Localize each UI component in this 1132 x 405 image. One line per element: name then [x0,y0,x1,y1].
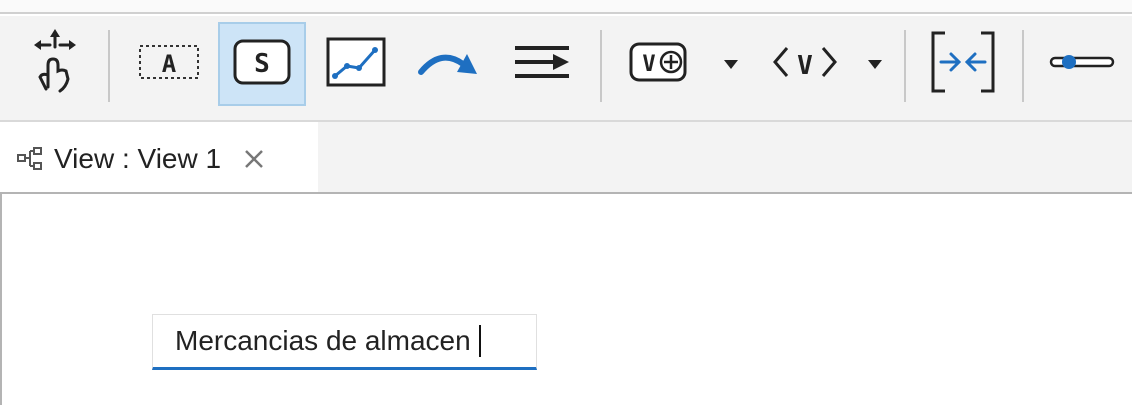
text-cursor [478,325,481,357]
close-icon[interactable] [243,148,265,170]
svg-text:V: V [642,52,655,77]
stock-button[interactable]: S [218,22,306,106]
toolbar: A S V V [0,16,1132,120]
toolbar-separator [600,30,602,102]
flow-align-icon [511,42,573,86]
flow-arrow-icon [415,42,481,86]
text-label-icon: A [137,40,201,88]
variable-reference-icon: V [769,42,841,86]
chevron-down-icon [868,55,882,74]
variable-add-dropdown[interactable] [716,22,746,106]
touch-move-icon [26,29,84,99]
editor-tab-bar: View : View 1 [0,120,1132,196]
touch-move-button[interactable] [12,22,98,106]
tab-view-1[interactable]: View : View 1 [0,122,318,196]
stock-name-input[interactable]: Mercancias de almacen [152,314,537,370]
view-diagram-icon [16,146,46,172]
merge-arrows-icon [929,29,997,99]
window-top-edge [0,0,1132,14]
toolbar-separator [1022,30,1024,102]
merge-arrows-button[interactable] [920,22,1006,106]
stock-icon: S [231,37,293,91]
slider-icon [1049,50,1115,78]
stock-name-value: Mercancias de almacen [175,325,471,356]
chevron-down-icon [724,55,738,74]
svg-text:A: A [162,50,177,78]
flow-align-button[interactable] [500,22,584,106]
variable-reference-dropdown[interactable] [860,22,890,106]
tab-title: View : View 1 [54,143,222,174]
graph-chart-button[interactable] [316,22,396,106]
diagram-canvas[interactable] [0,192,1132,405]
svg-text:S: S [254,49,270,79]
variable-add-icon: V [627,38,693,90]
flow-arrow-button[interactable] [406,22,490,106]
text-label-button[interactable]: A [126,22,212,106]
graph-chart-icon [325,36,387,92]
slider-button[interactable] [1040,22,1124,106]
variable-add-button[interactable]: V [618,22,702,106]
svg-text:V: V [797,51,813,81]
toolbar-separator [904,30,906,102]
toolbar-separator [108,30,110,102]
variable-reference-button[interactable]: V [762,22,848,106]
